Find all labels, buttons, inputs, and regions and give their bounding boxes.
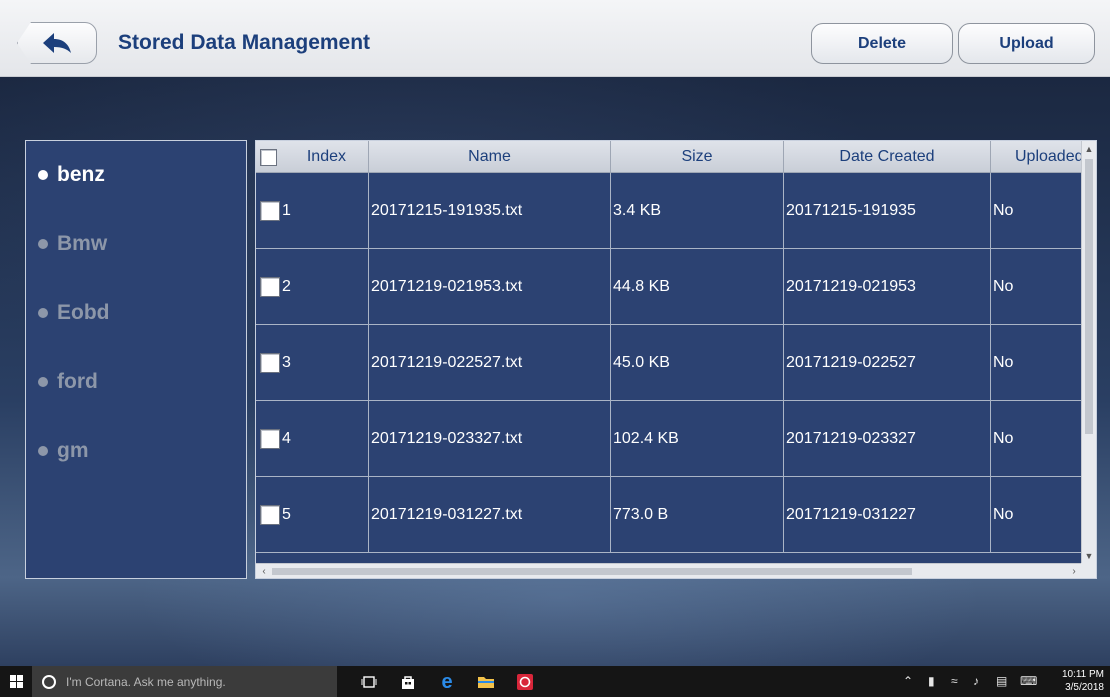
vertical-scroll-thumb[interactable] (1085, 159, 1093, 434)
back-arrow-icon (43, 33, 71, 53)
row-date-created: 20171219-023327 (784, 401, 991, 476)
table-header: Index Name Size Date Created Uploaded (256, 141, 1082, 173)
windows-logo-icon (9, 675, 23, 688)
sidebar-item-bmw[interactable]: Bmw (38, 229, 107, 259)
store-icon[interactable] (397, 671, 419, 693)
row-uploaded: No (993, 505, 1014, 523)
row-uploaded: No (993, 429, 1014, 447)
bullet-icon (38, 446, 48, 456)
row-uploaded: No (993, 277, 1014, 295)
clock-date: 3/5/2018 (1065, 682, 1104, 693)
bullet-icon (38, 170, 48, 180)
table-row[interactable]: 5 20171219-031227.txt 773.0 B 20171219-0… (256, 477, 1082, 553)
touch-keyboard-icon[interactable]: ⌨ (1020, 674, 1037, 688)
sidebar-item-gm[interactable]: gm (38, 436, 89, 466)
upload-button[interactable]: Upload (958, 23, 1095, 64)
row-index: 1 (282, 201, 291, 219)
cortana-icon (42, 674, 56, 689)
sidebar-item-label: Eobd (57, 301, 110, 324)
row-size: 3.4 KB (611, 173, 784, 248)
table-row[interactable]: 4 20171219-023327.txt 102.4 KB 20171219-… (256, 401, 1082, 477)
row-name: 20171219-023327.txt (369, 401, 611, 476)
row-index: 3 (282, 353, 291, 371)
column-header-size[interactable]: Size (611, 141, 784, 173)
column-header-uploaded[interactable]: Uploaded (991, 141, 1082, 173)
row-date-created: 20171219-021953 (784, 249, 991, 324)
search-placeholder: I'm Cortana. Ask me anything. (66, 674, 226, 689)
scrollbar-corner (1081, 563, 1096, 578)
bullet-icon (38, 377, 48, 387)
horizontal-scrollbar[interactable]: ‹ › (256, 563, 1082, 578)
select-all-checkbox[interactable] (260, 148, 277, 166)
table-row[interactable]: 1 20171215-191935.txt 3.4 KB 20171215-19… (256, 173, 1082, 249)
row-size: 102.4 KB (611, 401, 784, 476)
horizontal-scroll-thumb[interactable] (272, 568, 912, 575)
row-size: 44.8 KB (611, 249, 784, 324)
page-title: Stored Data Management (118, 31, 371, 54)
column-header-index: Index (256, 141, 369, 173)
system-clock[interactable]: 10:11 PM 3/5/2018 (1062, 668, 1104, 694)
column-header-date-created[interactable]: Date Created (784, 141, 991, 173)
vertical-scrollbar[interactable]: ▲ ▼ (1081, 141, 1096, 564)
bullet-icon (38, 308, 48, 318)
cortana-search-box[interactable]: I'm Cortana. Ask me anything. (32, 666, 337, 697)
sidebar-item-label: ford (57, 370, 98, 393)
row-index: 4 (282, 429, 291, 447)
row-size: 773.0 B (611, 477, 784, 552)
row-uploaded: No (993, 201, 1014, 219)
sidebar-item-eobd[interactable]: Eobd (38, 298, 110, 328)
column-label: Index (306, 148, 346, 165)
app-header: Stored Data Management Delete Upload (0, 0, 1110, 77)
windows-taskbar: I'm Cortana. Ask me anything. e ⌃ ▮ ≈ ♪ … (0, 666, 1110, 697)
app-icon[interactable] (514, 671, 536, 693)
sidebar-item-label: gm (57, 439, 89, 462)
sidebar-item-ford[interactable]: ford (38, 367, 98, 397)
scroll-down-icon[interactable]: ▼ (1082, 548, 1096, 564)
row-date-created: 20171219-031227 (784, 477, 991, 552)
row-checkbox[interactable] (260, 504, 280, 525)
edge-browser-icon[interactable]: e (436, 671, 458, 693)
row-checkbox[interactable] (260, 428, 280, 449)
table-row[interactable]: 3 20171219-022527.txt 45.0 KB 20171219-0… (256, 325, 1082, 401)
wifi-icon[interactable]: ≈ (951, 674, 958, 688)
row-checkbox[interactable] (260, 352, 280, 373)
bullet-icon (38, 239, 48, 249)
battery-icon[interactable]: ▮ (928, 674, 935, 688)
row-name: 20171219-021953.txt (369, 249, 611, 324)
back-button[interactable] (17, 22, 97, 64)
sidebar-item-label: benz (57, 163, 105, 186)
row-size: 45.0 KB (611, 325, 784, 400)
row-name: 20171219-031227.txt (369, 477, 611, 552)
row-name: 20171219-022527.txt (369, 325, 611, 400)
row-date-created: 20171215-191935 (784, 173, 991, 248)
task-view-icon[interactable] (358, 671, 380, 693)
brand-sidebar: benz Bmw Eobd ford gm (25, 140, 247, 579)
table-body: 1 20171215-191935.txt 3.4 KB 20171215-19… (256, 173, 1082, 553)
row-checkbox[interactable] (260, 276, 280, 297)
row-index: 2 (282, 277, 291, 295)
show-hidden-icons-icon[interactable]: ⌃ (903, 674, 913, 688)
file-explorer-icon[interactable] (475, 671, 497, 693)
table-row[interactable]: 2 20171219-021953.txt 44.8 KB 20171219-0… (256, 249, 1082, 325)
clock-time: 10:11 PM (1061, 669, 1104, 680)
delete-button[interactable]: Delete (811, 23, 953, 64)
column-header-name[interactable]: Name (369, 141, 611, 173)
sidebar-item-benz[interactable]: benz (38, 160, 105, 190)
row-uploaded: No (993, 353, 1014, 371)
action-center-icon[interactable]: ▤ (996, 674, 1007, 688)
scroll-left-icon[interactable]: ‹ (256, 564, 272, 578)
row-checkbox[interactable] (260, 200, 280, 221)
row-name: 20171215-191935.txt (369, 173, 611, 248)
start-button[interactable] (0, 666, 32, 697)
volume-icon[interactable]: ♪ (973, 674, 979, 688)
scroll-up-icon[interactable]: ▲ (1082, 141, 1096, 157)
row-date-created: 20171219-022527 (784, 325, 991, 400)
file-table: Index Name Size Date Created Uploaded 1 … (255, 140, 1097, 579)
sidebar-item-label: Bmw (57, 232, 108, 255)
scroll-right-icon[interactable]: › (1066, 564, 1082, 578)
row-index: 5 (282, 505, 291, 523)
